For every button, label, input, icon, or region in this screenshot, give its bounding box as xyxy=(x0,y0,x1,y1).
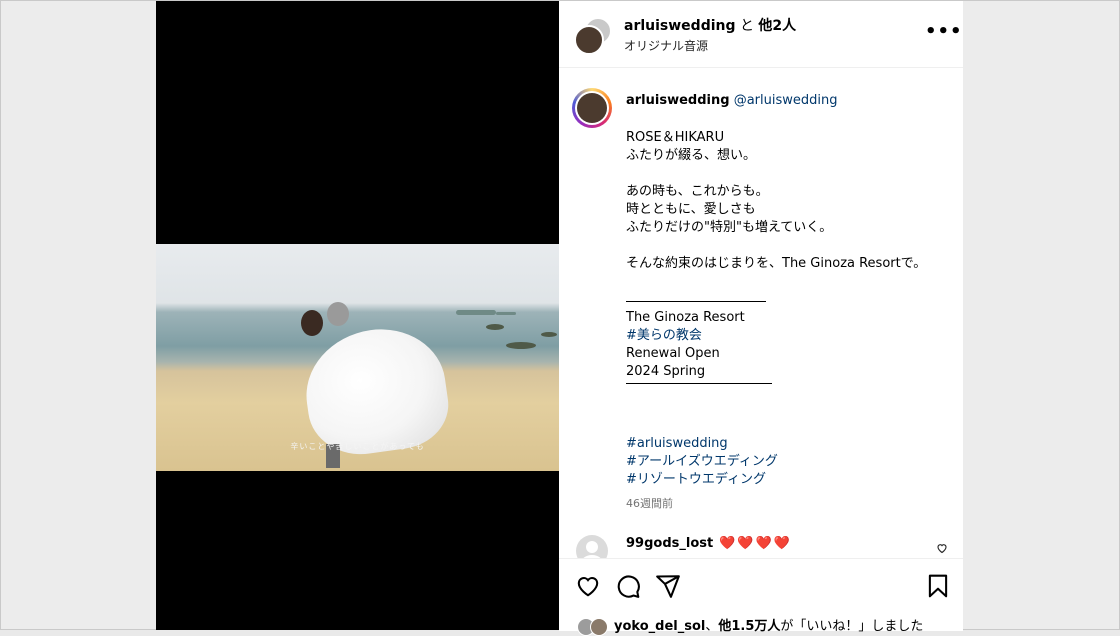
post-timestamp[interactable]: 46週間前 xyxy=(626,495,673,511)
avatar xyxy=(574,25,604,55)
likes-suffix: が「いいね！」しました xyxy=(780,619,924,634)
header-author: arluiswedding と 他2人 xyxy=(624,15,796,35)
caption-line: ROSE＆HIKARU xyxy=(626,130,725,145)
reel-video[interactable]: 辛いことや苦しいことがあっても xyxy=(156,1,559,630)
bride xyxy=(301,310,323,336)
more-horizontal-icon[interactable]: ••• xyxy=(925,21,963,42)
avatar xyxy=(590,617,608,636)
video-subtitle: 辛いことや苦しいことがあっても xyxy=(290,442,425,451)
rock xyxy=(541,332,557,337)
hashtag-link[interactable]: #アールイズウエディング xyxy=(626,453,956,471)
caption-mention[interactable]: @arluiswedding xyxy=(734,93,838,108)
caption-avatar[interactable] xyxy=(572,88,612,128)
caption-line xyxy=(626,165,956,183)
heart-icon[interactable] xyxy=(575,573,601,599)
author-avatars[interactable] xyxy=(574,17,612,55)
action-bar: yoko_del_sol、他1.5万人が「いいね！」しました xyxy=(559,558,963,636)
groom xyxy=(327,302,349,326)
rock xyxy=(486,324,504,330)
caption-venue: The Ginoza Resort xyxy=(626,310,745,325)
likes-summary: yoko_del_sol、他1.5万人が「いいね！」しました xyxy=(577,615,923,636)
divider xyxy=(626,381,956,399)
caption-text: ROSE＆HIKARU ふたりが綴る、想い。 あの時も、これからも。 時とともに… xyxy=(626,129,956,489)
audio-label[interactable]: オリジナル音源 xyxy=(624,37,708,54)
comment-username[interactable]: 99gods_lost xyxy=(626,536,713,551)
likes-sep: 、 xyxy=(705,619,719,634)
post-panel: arluiswedding と 他2人 オリジナル音源 ••• arluiswe… xyxy=(559,1,963,636)
caption-header: arluiswedding @arluiswedding xyxy=(626,93,837,108)
caption-renewal: Renewal Open xyxy=(626,346,720,361)
likes-count[interactable]: 他1.5万人 xyxy=(718,619,780,634)
caption-line xyxy=(626,237,956,255)
caption-line xyxy=(626,273,956,291)
heart-icon[interactable] xyxy=(936,542,948,554)
likes-user[interactable]: yoko_del_sol xyxy=(614,619,705,634)
header-username[interactable]: arluiswedding xyxy=(624,18,736,34)
post-header: arluiswedding と 他2人 オリジナル音源 ••• xyxy=(559,1,963,68)
caption-line: 時とともに、愛しさも xyxy=(626,202,756,217)
comment-text: ❤️❤️❤️❤️ xyxy=(719,536,792,551)
rock xyxy=(506,342,536,349)
wedding-photo: 辛いことや苦しいことがあっても xyxy=(156,244,559,471)
share-icon[interactable] xyxy=(655,573,681,599)
hashtag-link[interactable]: #arluiswedding xyxy=(626,435,956,453)
caption-username[interactable]: arluiswedding xyxy=(626,93,730,108)
hashtag-link[interactable]: #美らの教会 xyxy=(626,327,956,345)
divider xyxy=(626,291,956,309)
hashtag-link[interactable]: #リゾートウエディング xyxy=(626,471,956,489)
caption-line: ふたりが綴る、想い。 xyxy=(626,148,757,163)
header-and: と xyxy=(735,18,759,34)
caption-line: あの時も、これからも。 xyxy=(626,184,769,199)
header-others[interactable]: 他2人 xyxy=(758,18,796,34)
caption-line: そんな約束のはじまりを、The Ginoza Resortで。 xyxy=(626,256,927,271)
island xyxy=(496,312,516,315)
comment-icon[interactable] xyxy=(615,573,641,599)
island xyxy=(456,310,496,315)
caption-line: ふたりだけの"特別"も増えていく。 xyxy=(626,220,833,235)
caption-season: 2024 Spring xyxy=(626,364,706,379)
bookmark-icon[interactable] xyxy=(925,573,951,599)
comment: 99gods_lost ❤️❤️❤️❤️ xyxy=(626,536,792,551)
